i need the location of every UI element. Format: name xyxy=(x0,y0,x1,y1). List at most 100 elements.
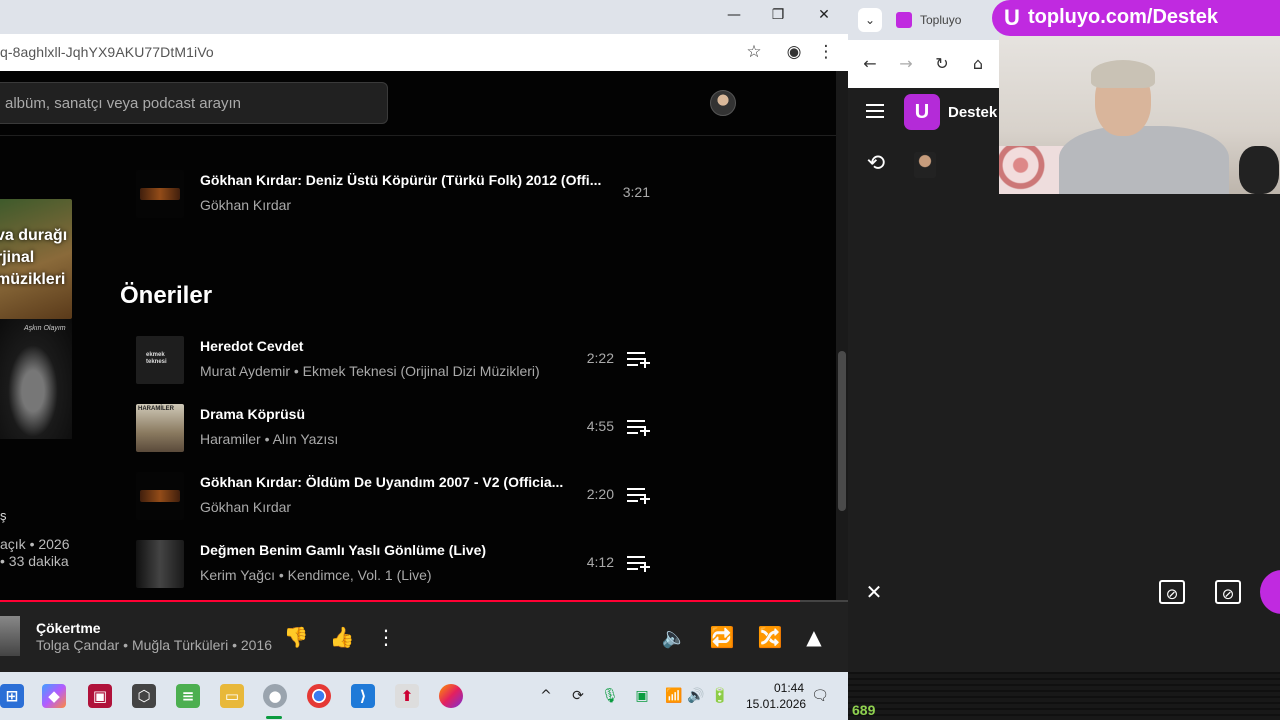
firefox-icon[interactable] xyxy=(439,684,463,708)
notification-icon[interactable]: 🗨 xyxy=(810,686,830,706)
like-icon[interactable]: 👍 xyxy=(329,624,355,650)
shuffle-icon[interactable]: 🔀 xyxy=(757,624,783,650)
user-avatar[interactable] xyxy=(914,152,936,178)
expand-player-icon[interactable]: ▲ xyxy=(801,624,827,650)
camera-off-icon[interactable]: ⊘ xyxy=(1215,580,1241,604)
more-options-icon[interactable]: ⋮ xyxy=(816,42,836,62)
section-title: Öneriler xyxy=(120,282,213,309)
track-thumbnail: ekmek teknesi xyxy=(136,336,184,384)
track-thumbnail: HARAMİLER xyxy=(136,404,184,452)
reload-icon[interactable]: ↻ xyxy=(931,53,953,75)
topluyo-icon xyxy=(896,12,912,28)
webcam-overlay xyxy=(999,36,1280,194)
track-subtitle[interactable]: Gökhan Kırdar xyxy=(200,499,291,515)
track-duration: 2:20 xyxy=(586,486,614,502)
profile-icon[interactable]: ◉ xyxy=(784,42,804,62)
app-icon[interactable]: ▣ xyxy=(88,684,112,708)
track-row[interactable]: Gökhan Kırdar: Öldüm De Uyandım 2007 - V… xyxy=(136,472,656,522)
vscode-icon[interactable]: ⟩ xyxy=(351,684,375,708)
app-icon[interactable]: ⬡ xyxy=(132,684,156,708)
bottom-strip xyxy=(848,672,1280,720)
bluestacks-icon[interactable]: ≡ xyxy=(176,684,200,708)
close-window-button[interactable]: ✕ xyxy=(804,4,844,26)
track-subtitle[interactable]: Murat Aydemir • Ekmek Teknesi (Orijinal … xyxy=(200,363,540,379)
action-button[interactable] xyxy=(1260,570,1280,614)
track-title: Heredot Cevdet xyxy=(200,338,304,354)
album-art-line: müzikleri xyxy=(0,271,66,288)
sync-icon[interactable]: ⟲ xyxy=(864,152,888,176)
webcam-microphone xyxy=(1239,146,1279,194)
battery-icon[interactable]: 🔋 xyxy=(710,686,730,706)
track-subtitle[interactable]: Haramiler • Alın Yazısı xyxy=(200,431,338,447)
chrome-icon[interactable] xyxy=(307,684,331,708)
side-label: ş xyxy=(0,508,7,523)
minimize-button[interactable]: — xyxy=(714,4,754,26)
now-playing-subtitle[interactable]: Tolga Çandar • Muğla Türküleri • 2016 xyxy=(36,637,272,653)
address-bar[interactable]: q-8aghlxll-JqhYX9AKU77DtM1iVo ☆ ◉ ⋮ xyxy=(0,34,848,71)
topluyo-logo-icon: U xyxy=(1004,5,1020,30)
add-to-queue-icon[interactable] xyxy=(626,484,650,506)
home-icon[interactable]: ⌂ xyxy=(967,53,989,75)
file-explorer-icon[interactable]: ▭ xyxy=(220,684,244,708)
active-indicator xyxy=(266,716,282,719)
topluyo-logo-icon[interactable]: U xyxy=(904,94,940,130)
sync-icon[interactable]: ⟳ xyxy=(568,686,588,706)
now-playing-thumbnail[interactable] xyxy=(0,616,20,656)
speaker-icon[interactable]: 🔊 xyxy=(686,686,706,706)
taskbar: ⊞ ◆ ▣ ⬡ ≡ ▭ ● ⟩ ⬆ ^ ⟳ 🎙 ▣ 📶 🔊 🔋 01:44 15… xyxy=(0,672,848,720)
app-icon[interactable]: ⬆ xyxy=(395,684,419,708)
start-icon[interactable]: ⊞ xyxy=(0,684,24,708)
track-thumbnail xyxy=(136,170,184,218)
scrollbar-thumb[interactable] xyxy=(838,351,846,511)
search-input[interactable]: albüm, sanatçı veya podcast arayın xyxy=(0,82,388,124)
thumbnail-text: HARAMİLER xyxy=(138,406,174,412)
track-artist[interactable]: Gökhan Kırdar xyxy=(200,197,291,213)
dislike-icon[interactable]: 👎 xyxy=(283,624,309,650)
clock-date[interactable]: 15.01.2026 xyxy=(746,697,806,711)
track-title: Gökhan Kırdar: Öldüm De Uyandım 2007 - V… xyxy=(200,474,564,490)
chevron-down-icon[interactable]: ⌄ xyxy=(858,8,882,32)
now-playing-title[interactable]: Çökertme xyxy=(36,620,101,636)
track-duration: 3:21 xyxy=(622,184,650,200)
restore-button[interactable]: ❐ xyxy=(758,4,798,26)
clock-time[interactable]: 01:44 xyxy=(774,681,804,695)
playlist-duration: • 33 dakika xyxy=(0,553,69,569)
track-subtitle[interactable]: Kerim Yağcı • Kendimce, Vol. 1 (Live) xyxy=(200,567,432,583)
playlist-meta: açık • 2026 xyxy=(0,536,70,552)
track-row[interactable]: Gökhan Kırdar: Deniz Üstü Köpürür (Türkü… xyxy=(136,170,656,220)
tab-title[interactable]: Topluyo xyxy=(920,13,961,27)
copilot-icon[interactable]: ◆ xyxy=(42,684,66,708)
microphone-icon[interactable]: 🎙 xyxy=(600,686,620,706)
back-icon[interactable]: ← xyxy=(859,53,881,75)
track-thumbnail xyxy=(136,540,184,588)
add-to-queue-icon[interactable] xyxy=(626,552,650,574)
viewer-counter: 689 xyxy=(852,702,876,718)
track-title: Değmen Benim Gamlı Yaslı Gönlüme (Live) xyxy=(200,542,487,558)
add-to-queue-icon[interactable] xyxy=(626,348,650,370)
volume-icon[interactable]: 🔈 xyxy=(661,624,687,650)
progress-fill[interactable] xyxy=(0,600,800,602)
close-icon[interactable]: ✕ xyxy=(862,580,886,604)
webcam-person-body xyxy=(1059,126,1229,194)
chrome-profile-icon[interactable]: ● xyxy=(263,684,287,708)
wifi-icon[interactable]: 📶 xyxy=(664,686,684,706)
scrollbar[interactable] xyxy=(836,71,848,600)
account-avatar[interactable] xyxy=(710,90,736,116)
bookmark-star-icon[interactable]: ☆ xyxy=(744,42,764,62)
track-row[interactable]: HARAMİLER Drama Köprüsü Haramiler • Alın… xyxy=(136,404,656,454)
browser-window: — ❐ ✕ q-8aghlxll-JqhYX9AKU77DtM1iVo ☆ ◉ … xyxy=(0,0,848,720)
url-text[interactable]: q-8aghlxll-JqhYX9AKU77DtM1iVo xyxy=(0,44,214,60)
album-cover[interactable]: va durağı rjinal müzikleri xyxy=(0,199,72,319)
tray-app-icon[interactable]: ▣ xyxy=(632,686,652,706)
track-row[interactable]: Değmen Benim Gamlı Yaslı Gönlüme (Live) … xyxy=(136,540,656,590)
tray-chevron-icon[interactable]: ^ xyxy=(536,686,556,706)
screen-share-off-icon[interactable]: ⊘ xyxy=(1159,580,1185,604)
repeat-icon[interactable]: 🔁 xyxy=(709,624,735,650)
add-to-queue-icon[interactable] xyxy=(626,416,650,438)
forward-icon[interactable]: → xyxy=(895,53,917,75)
track-row[interactable]: ekmek teknesi Heredot Cevdet Murat Aydem… xyxy=(136,336,656,386)
thumbnail-text: ekmek teknesi xyxy=(146,352,167,365)
menu-icon[interactable] xyxy=(866,104,884,118)
track-duration: 4:55 xyxy=(586,418,614,434)
more-icon[interactable]: ⋮ xyxy=(373,624,399,650)
